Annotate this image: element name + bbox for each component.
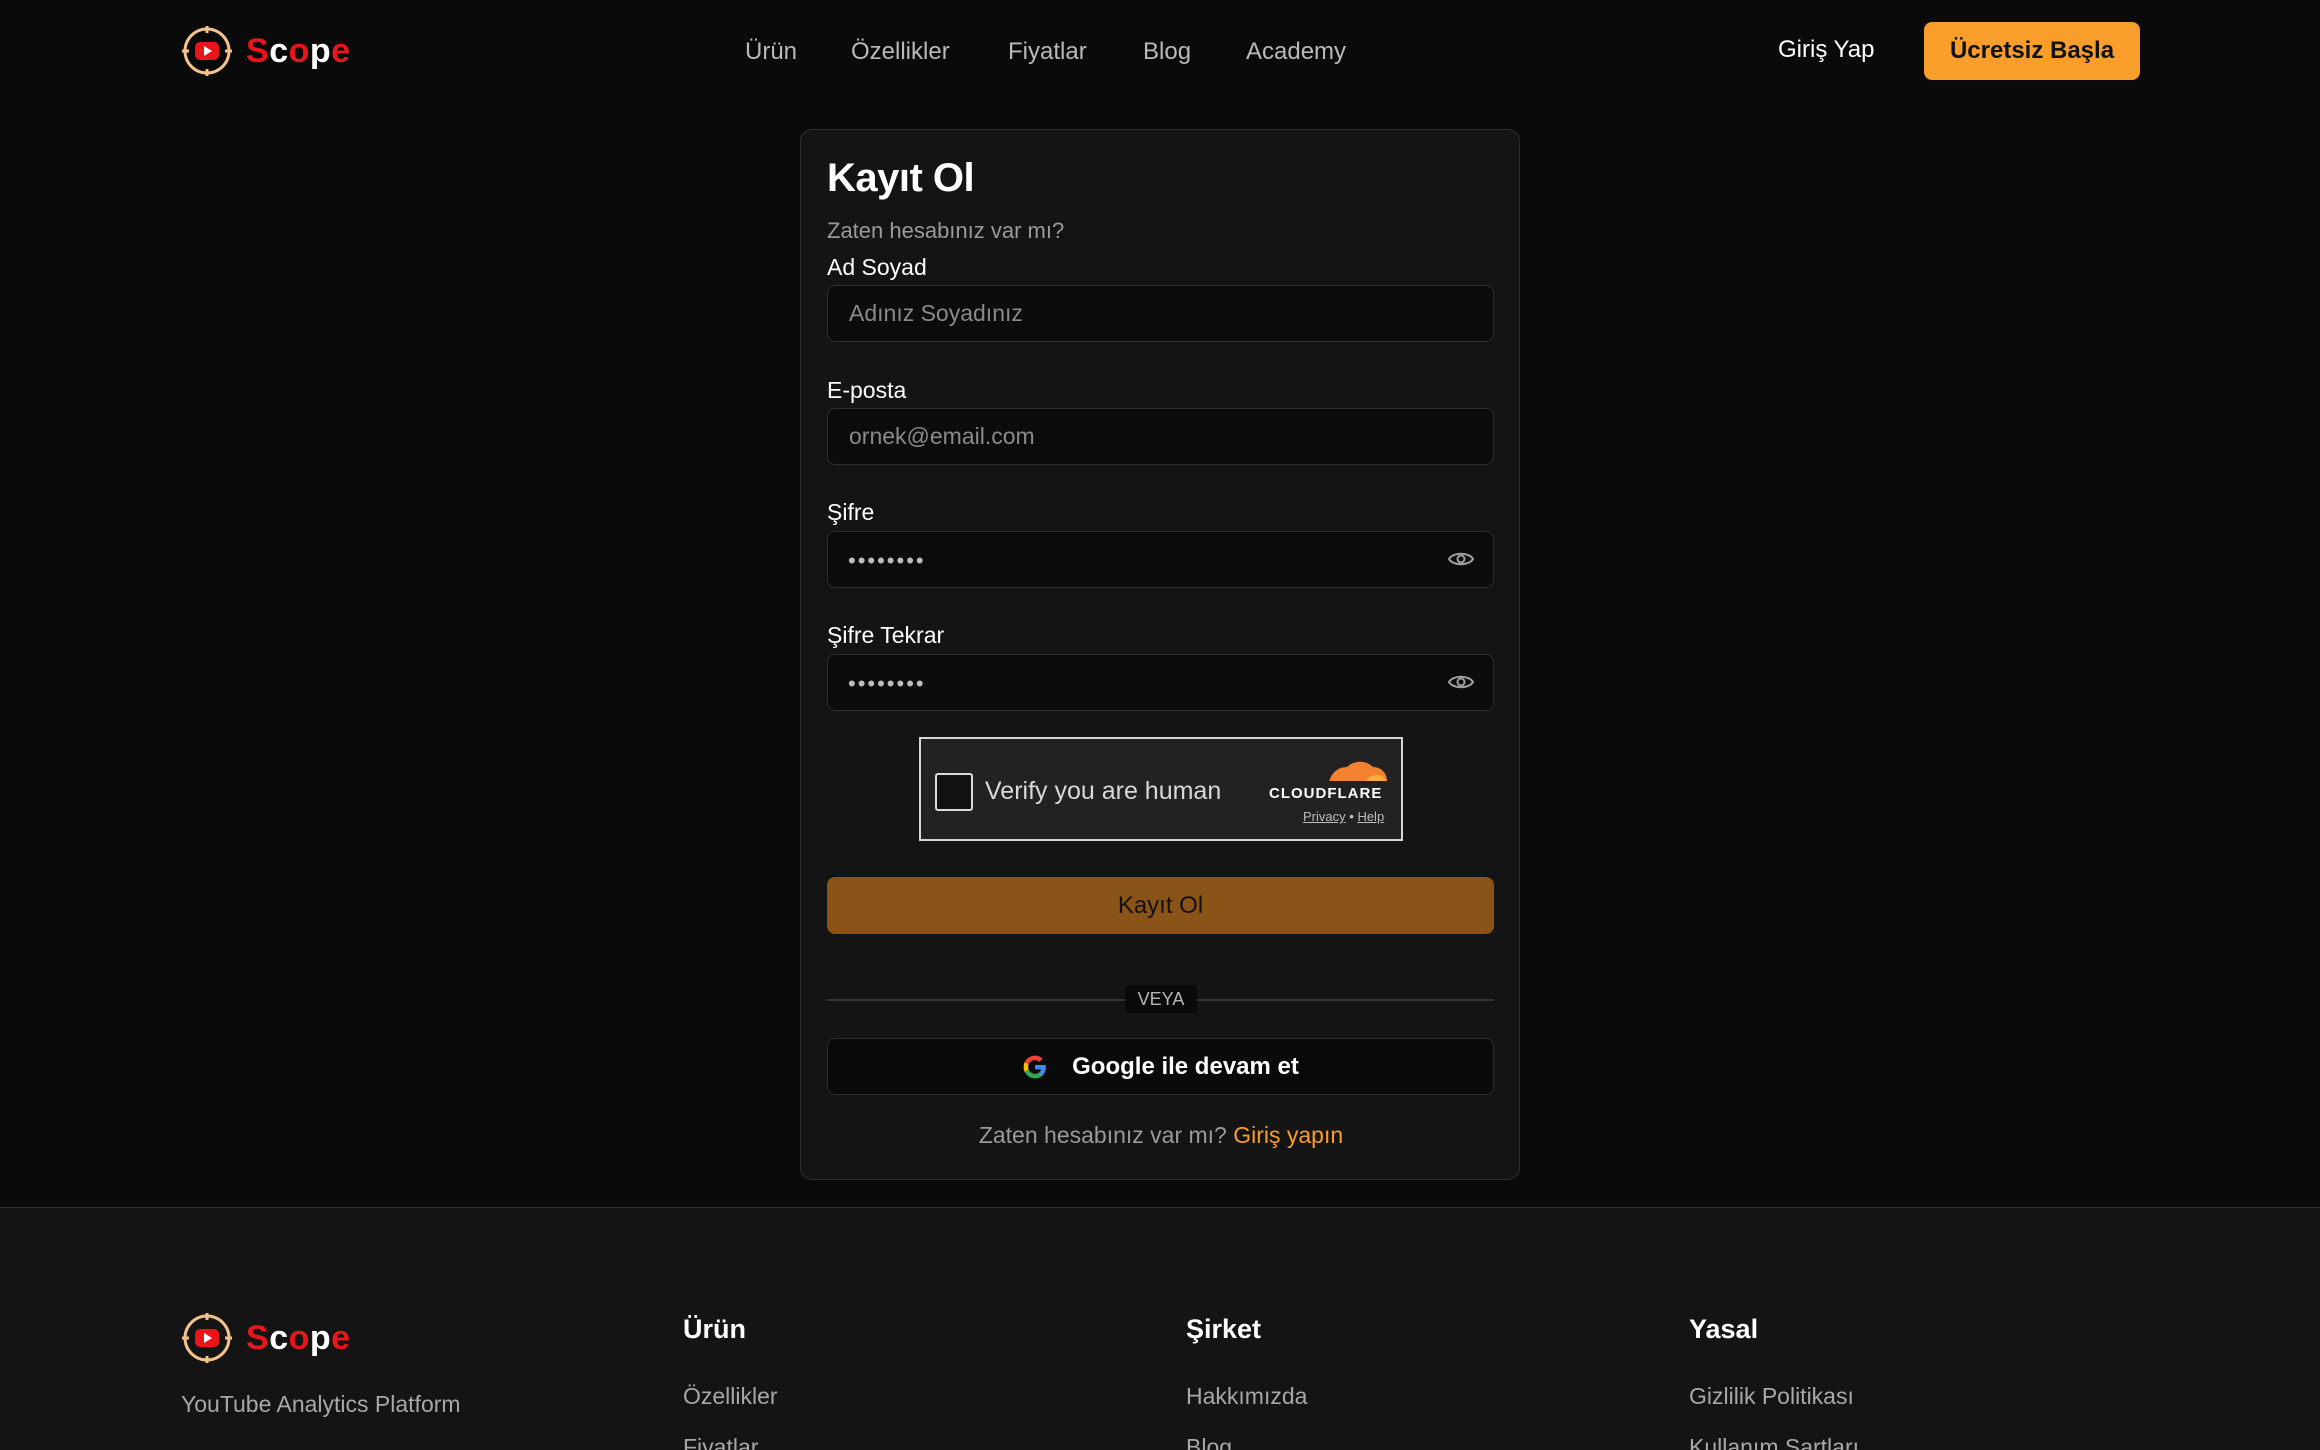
brand-logo[interactable]: Scope [181, 25, 351, 77]
name-label: Ad Soyad [827, 254, 927, 280]
password-confirm-label: Şifre Tekrar [827, 622, 945, 648]
scope-logo-icon [182, 1313, 232, 1363]
password-confirm-mask: •••••••• [848, 671, 926, 696]
google-signin-button[interactable]: Google ile devam et [827, 1038, 1494, 1095]
footer-brand-name: Scope [246, 1318, 351, 1357]
login-prompt: Zaten hesabınız var mı? Giriş yapın [978, 1122, 1344, 1148]
signup-submit-button[interactable]: Kayıt Ol [827, 877, 1494, 934]
footer-link-blog[interactable]: Blog [1186, 1434, 1232, 1450]
divider-label: VEYA [1125, 985, 1197, 1013]
email-label: E-posta [827, 377, 907, 403]
footer-link-ozellikler[interactable]: Özellikler [683, 1383, 778, 1410]
captcha-label: Verify you are human [985, 777, 1222, 805]
footer-col-title-sirket: Şirket [1186, 1314, 1262, 1344]
password-field[interactable] [827, 531, 1494, 588]
start-free-button[interactable]: Ücretsiz Başla [1924, 22, 2140, 80]
footer-tagline: YouTube Analytics Platform [181, 1391, 461, 1417]
captcha-help-link[interactable]: Help [1357, 809, 1384, 824]
nav-item-blog[interactable]: Blog [1143, 38, 1191, 66]
google-icon [1023, 1055, 1046, 1078]
nav-item-urun[interactable]: Ürün [745, 38, 797, 66]
card-subtitle: Zaten hesabınız var mı? [827, 218, 1065, 243]
captcha-privacy-link[interactable]: Privacy [1303, 809, 1346, 824]
password-label: Şifre [827, 499, 875, 525]
footer-link-fiyatlar[interactable]: Fiyatlar [683, 1434, 758, 1450]
page-title: Kayıt Ol [827, 156, 975, 200]
signup-card: Kayıt Ol Zaten hesabınız var mı? Ad Soya… [800, 129, 1520, 1180]
site-footer: Scope YouTube Analytics Platform Ürün Öz… [0, 1207, 2320, 1450]
footer-col-title-yasal: Yasal [1689, 1314, 1759, 1344]
scope-logo-icon [182, 26, 232, 76]
nav-item-fiyatlar[interactable]: Fiyatlar [1008, 38, 1087, 66]
password-confirm-field[interactable] [827, 654, 1494, 711]
eye-icon[interactable] [1447, 549, 1475, 569]
footer-link-hakkimizda[interactable]: Hakkımızda [1186, 1383, 1307, 1410]
name-field[interactable] [827, 285, 1494, 342]
email-field[interactable] [827, 408, 1494, 465]
login-link-bottom[interactable]: Giriş yapın [1233, 1122, 1343, 1148]
password-mask: •••••••• [848, 548, 926, 573]
footer-link-gizlilik[interactable]: Gizlilik Politikası [1689, 1383, 1854, 1410]
brand-name: Scope [246, 31, 351, 70]
google-button-label: Google ile devam et [1072, 1052, 1299, 1080]
captcha-checkbox[interactable] [935, 773, 973, 811]
captcha-widget: Verify you are human CLOUDFLARE Privacy … [919, 737, 1403, 841]
captcha-links: Privacy • Help [1303, 809, 1385, 824]
nav-item-academy[interactable]: Academy [1246, 38, 1346, 66]
login-link[interactable]: Giriş Yap [1778, 36, 1874, 64]
footer-col-title-urun: Ürün [683, 1314, 746, 1344]
footer-brand-logo[interactable]: Scope [181, 1312, 351, 1364]
site-header: Scope Ürün Özellikler Fiyatlar Blog Acad… [0, 0, 2320, 102]
cloudflare-logo-icon [1327, 761, 1389, 785]
footer-link-kullanim[interactable]: Kullanım Şartları [1689, 1434, 1859, 1450]
nav-item-ozellikler[interactable]: Özellikler [851, 38, 950, 66]
eye-icon[interactable] [1447, 672, 1475, 692]
cloudflare-wordmark: CLOUDFLARE [1269, 785, 1383, 802]
